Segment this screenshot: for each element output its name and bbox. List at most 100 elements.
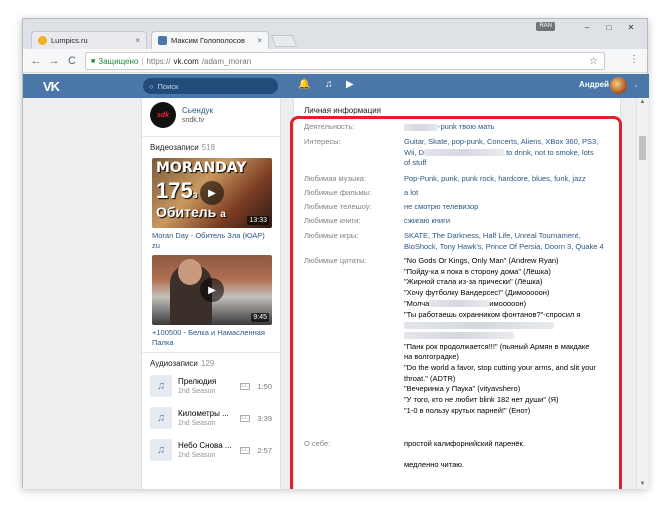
info-row-games: Любимые игры: SKATE, The Darkness, Half …: [304, 231, 614, 252]
audio-track[interactable]: ♫ Прелюдия 2nd Season CC 1:50: [142, 370, 280, 402]
music-icon[interactable]: ♫: [325, 79, 333, 90]
notifications-bell-icon[interactable]: 🔔: [298, 79, 310, 90]
info-label: Деятельность:: [304, 122, 355, 131]
info-value-text: to drink, not to smoke, lots: [506, 147, 594, 157]
video-caption-number: 175: [156, 178, 193, 203]
close-icon[interactable]: ✕: [621, 21, 641, 33]
track-artist[interactable]: 2nd Season: [178, 420, 234, 427]
info-value[interactable]: сжигаю книги: [404, 216, 450, 227]
user-name[interactable]: Андрей: [579, 80, 609, 89]
vk-favicon-icon: [158, 36, 167, 45]
info-row-films: Любимые фильмы: a lot: [304, 188, 614, 199]
lock-icon: ■: [91, 57, 96, 65]
captions-icon: CC: [240, 414, 250, 422]
maximize-icon[interactable]: □: [599, 21, 619, 33]
track-duration: 1:50: [257, 381, 272, 391]
audio-track[interactable]: ♫ Небо Снова ... 2nd Season CC 2:57: [142, 434, 280, 466]
scroll-up-icon[interactable]: ▲: [638, 98, 647, 107]
videos-header[interactable]: Видеозаписи 518: [142, 141, 280, 154]
redacted-text: [424, 149, 504, 157]
personal-info-panel: Личная информация Деятельность: -punk тв…: [293, 98, 621, 489]
profile-badge[interactable]: RAN: [536, 22, 555, 31]
vk-search-input[interactable]: ○ Поиск: [143, 78, 278, 94]
play-icon[interactable]: ▶: [200, 278, 224, 302]
new-tab-button[interactable]: [270, 35, 298, 47]
music-note-icon[interactable]: ♫: [150, 439, 172, 461]
info-value[interactable]: -punk твою мать: [404, 122, 495, 133]
video-title[interactable]: +100500 - Белка и Намасленная Палка: [152, 328, 270, 348]
browser-window: Lumpics.ru × Максим Голополосов × RAN – …: [22, 18, 649, 489]
personal-info-title: Личная информация: [304, 106, 382, 115]
divider: [142, 136, 280, 137]
video-title[interactable]: Moran Day - Обитель Зла (ЮАР) zu: [152, 231, 270, 251]
page-scrollbar[interactable]: ▲ ▼: [636, 98, 647, 489]
track-title: Прелюдия: [178, 377, 217, 386]
captions-icon: CC: [240, 382, 250, 390]
audio-header[interactable]: Аудиозаписи 129: [142, 357, 280, 370]
info-value-text: -punk твою мать: [438, 122, 495, 131]
vk-header: VK ○ Поиск 🔔 ♫ ▶ Андрей ⌄: [23, 74, 649, 98]
url-scheme: https://: [146, 56, 171, 66]
play-icon[interactable]: ▶: [200, 181, 224, 205]
quote-line: "Панк рок продолжается!!!" (пьяный Армян…: [404, 341, 590, 351]
scroll-down-icon[interactable]: ▼: [638, 480, 647, 489]
info-value[interactable]: SKATE, The Darkness, Half Life, Unreal T…: [404, 231, 604, 252]
forward-icon[interactable]: →: [47, 54, 61, 68]
info-row-tv: Любимые телешоу: не смотрю телевизор: [304, 202, 614, 213]
info-row-about: О себе: простой калифорнийский паренёк. …: [304, 439, 614, 470]
info-value-line: SKATE, The Darkness, Half Life, Unreal T…: [404, 231, 581, 240]
video-thumbnail[interactable]: MORANDAY 175з Обитель а ▶ 13:33: [152, 158, 272, 228]
community-name[interactable]: Сьендук: [182, 106, 213, 115]
back-icon[interactable]: ←: [29, 54, 43, 68]
bookmark-star-icon[interactable]: ☆: [589, 56, 598, 67]
video-caption: Обитель а: [156, 204, 226, 220]
avatar[interactable]: [610, 77, 627, 94]
community-logo[interactable]: sdk: [150, 102, 176, 128]
info-row-quotes: Любимые цитаты: "No Gods Or Kings, Only …: [304, 256, 614, 417]
search-placeholder: Поиск: [157, 81, 179, 91]
music-note-icon[interactable]: ♫: [150, 375, 172, 397]
info-value[interactable]: a lot: [404, 188, 418, 199]
audio-count: 129: [200, 359, 215, 368]
scrollbar-thumb[interactable]: [639, 136, 646, 160]
info-value[interactable]: не смотрю телевизор: [404, 202, 478, 213]
reload-icon[interactable]: C: [65, 54, 79, 68]
info-label: Любимая музыка:: [304, 174, 367, 183]
minimize-icon[interactable]: –: [577, 21, 597, 33]
audio-track[interactable]: ♫ Километры ... 2nd Season CC 3:39: [142, 402, 280, 434]
info-label: Любимые телешоу:: [304, 202, 372, 211]
quote-line: [404, 331, 596, 342]
info-value[interactable]: Pop-Punk, punk, punk rock, hardcore, blu…: [404, 174, 586, 185]
track-artist[interactable]: 2nd Season: [178, 452, 234, 459]
video-icon[interactable]: ▶: [346, 79, 354, 90]
info-row-activity: Деятельность: -punk твою мать: [304, 122, 614, 133]
info-row-interests: Интересы: Guitar, Skate, pop-punk, Conce…: [304, 137, 614, 169]
track-title: Километры ...: [178, 409, 229, 418]
quote-line: "Молча имоооoон): [404, 299, 596, 310]
info-value-line: BioShock, Tony Hawk's, Prince Of Persia,…: [404, 241, 604, 251]
quote-line: "Пойду-ка я пока в сторону дома" (Лёшка): [404, 266, 551, 276]
quote-text: имоооoон): [489, 298, 527, 308]
tab-close-icon[interactable]: ×: [135, 36, 140, 45]
redacted-text: [429, 300, 490, 308]
community-item[interactable]: sdk Сьендук sndk.tv: [142, 98, 280, 132]
tab-lumpics[interactable]: Lumpics.ru ×: [31, 31, 147, 49]
vk-page: sdk Сьендук sndk.tv Видеозаписи 518 MORAN…: [23, 98, 649, 489]
vk-logo[interactable]: VK: [43, 79, 60, 94]
tab-close-icon[interactable]: ×: [257, 36, 262, 45]
quote-line: "No Gods Or Kings, Only Man" (Andrew Rya…: [404, 256, 559, 265]
chevron-down-icon[interactable]: ⌄: [633, 81, 639, 89]
quote-line: [404, 320, 596, 331]
info-value[interactable]: Guitar, Skate, pop-punk, Concerts, Alien…: [404, 137, 598, 169]
address-bar[interactable]: ■ Защищено | https://vk.com/adam_moran ☆: [85, 52, 605, 70]
info-label: Любимые игры:: [304, 231, 359, 240]
quote-line: "Вечеринка у Паука" (vityavshero): [404, 384, 521, 394]
quote-line: "Ты работаешь охранником фонтанов?"-спро…: [404, 309, 581, 319]
tab-vk-profile[interactable]: Максим Голополосов ×: [151, 31, 269, 49]
quote-text: "Молча: [404, 298, 430, 308]
music-note-icon[interactable]: ♫: [150, 407, 172, 429]
video-thumbnail[interactable]: ▶ 9:45: [152, 255, 272, 325]
track-artist[interactable]: 2nd Season: [178, 388, 234, 395]
browser-menu-icon[interactable]: ⋮: [629, 54, 639, 65]
quote-line: "Do the world a favor, stop cutting your…: [404, 363, 596, 373]
